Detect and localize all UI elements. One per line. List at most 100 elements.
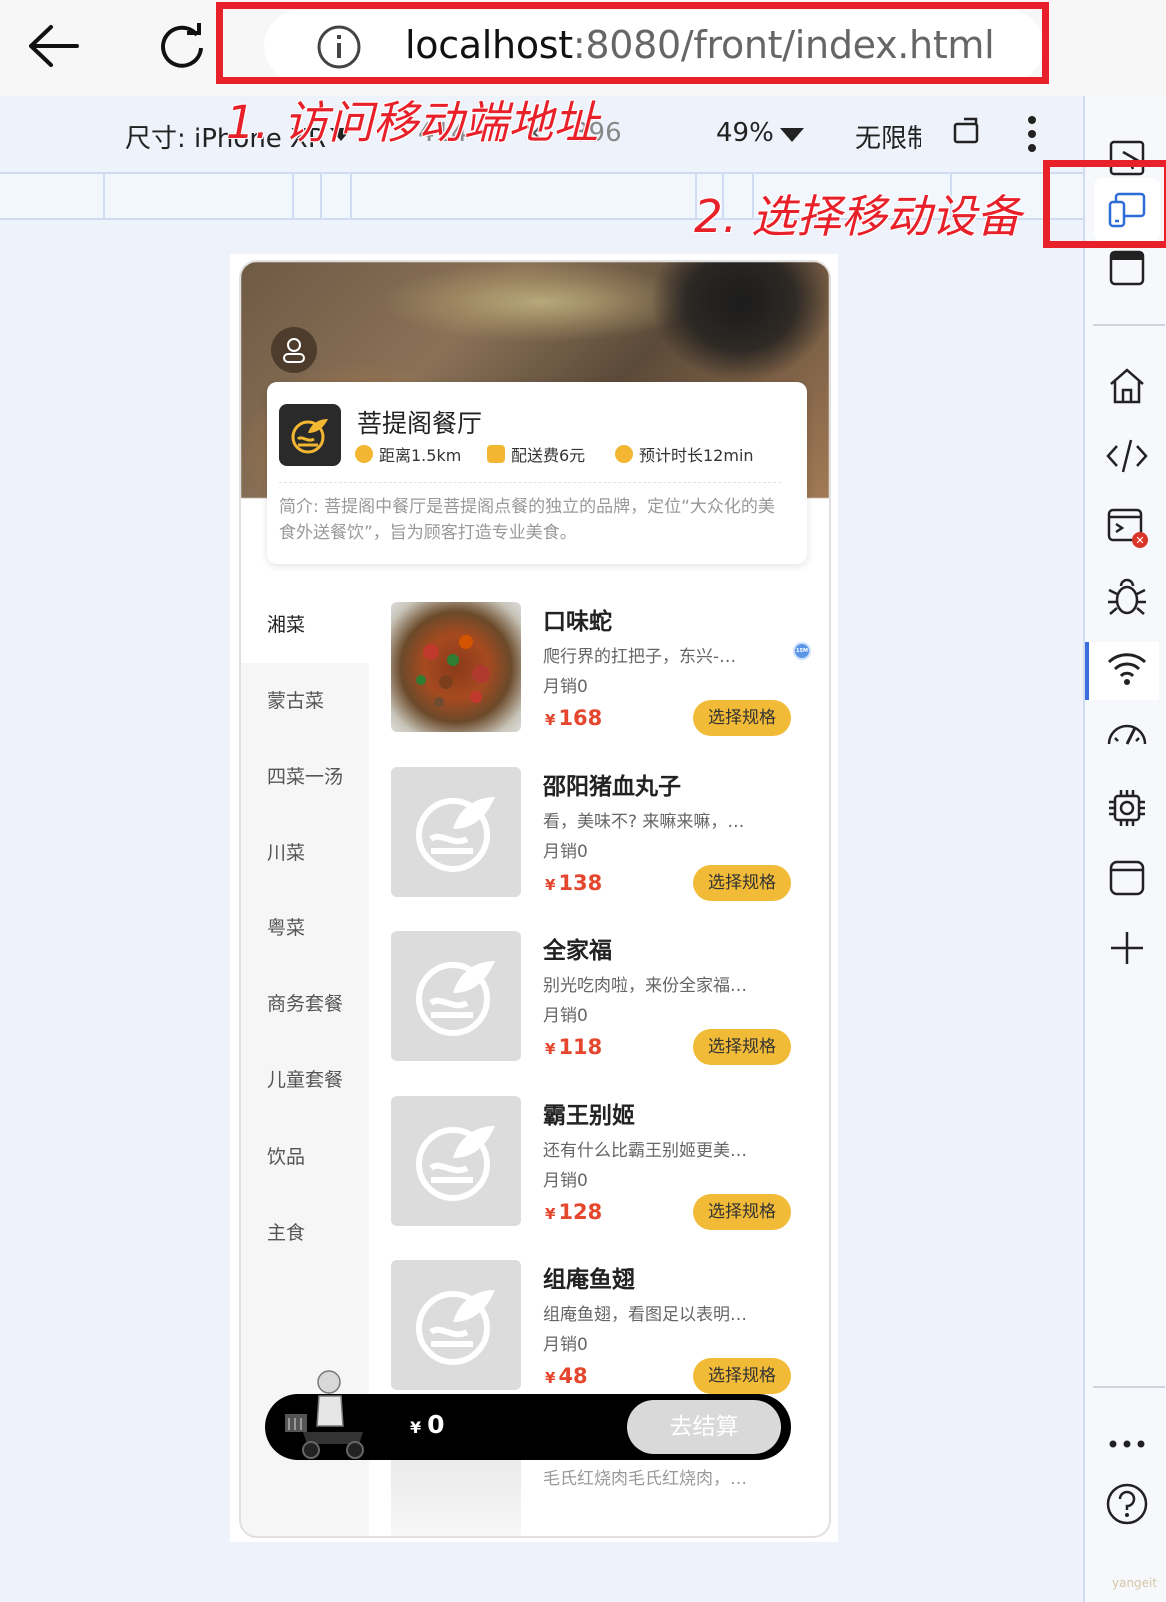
console-icon[interactable]: ✕ — [1095, 494, 1159, 558]
dish-monthly-sales: 月销0 — [543, 1335, 588, 1355]
currency-symbol: ¥ — [410, 1418, 422, 1437]
shop-info-card: 菩提阁餐厅 距离1.5km 配送费6元 预计时长12min 简介: 菩提阁中餐厅… — [267, 382, 807, 564]
dish-name: 全家福 — [543, 938, 612, 964]
mobile-app-frame: 菩提阁餐厅 距离1.5km 配送费6元 预计时长12min 简介: 菩提阁中餐厅… — [239, 260, 831, 1538]
dish-price: ¥138 — [545, 871, 602, 895]
shop-delivery-fee: 配送费6元 — [487, 442, 585, 466]
category-item-drinks[interactable]: 饮品 — [241, 1119, 369, 1195]
back-button[interactable] — [22, 14, 86, 78]
annotation-step-2: 2. 选择移动设备 — [694, 190, 1022, 243]
ruler-mark — [292, 174, 294, 220]
dish-placeholder-image — [391, 1096, 521, 1226]
dish-price: ¥118 — [545, 1035, 602, 1059]
leaf-bowl-placeholder-icon — [416, 797, 495, 872]
performance-icon[interactable] — [1095, 706, 1159, 770]
add-icon[interactable] — [1095, 916, 1159, 980]
dish-price: ¥48 — [545, 1364, 588, 1388]
category-item-cantonese[interactable]: 粤菜 — [241, 890, 369, 966]
browser-toolbar: localhost:8080/front/index.html — [0, 0, 1166, 96]
delivery-fee-text: 配送费6元 — [511, 446, 586, 465]
dish-description: 别光吃肉啦，来份全家福… — [543, 976, 747, 996]
cart-total-value: 0 — [427, 1410, 445, 1439]
dish-description: 看，美味不? 来嘛来嘛，… — [543, 812, 745, 832]
reload-button[interactable] — [150, 14, 214, 78]
zoom-select[interactable]: 49% — [716, 118, 774, 148]
zoom-dropdown-caret-icon[interactable] — [780, 128, 804, 142]
dish-item[interactable]: 全家福 别光吃肉啦，来份全家福… 月销0 ¥118 选择规格 — [389, 931, 799, 1071]
category-item-business-set[interactable]: 商务套餐 — [241, 966, 369, 1042]
throttle-select[interactable]: 无限制 — [855, 118, 921, 155]
cpu-icon[interactable] — [1095, 776, 1159, 840]
rotate-icon[interactable] — [952, 116, 982, 150]
select-spec-button[interactable]: 选择规格 — [693, 700, 791, 736]
select-spec-button[interactable]: 选择规格 — [693, 1029, 791, 1065]
dish-monthly-sales: 月销0 — [543, 677, 588, 697]
cart-total: ¥0 — [410, 1410, 445, 1439]
category-item-hunan[interactable]: 湘菜 — [241, 587, 369, 663]
dish-description: 组庵鱼翅，看图足以表明… — [543, 1305, 747, 1325]
back-arrow-icon — [29, 25, 79, 67]
select-spec-button[interactable]: 选择规格 — [693, 865, 791, 901]
dish-placeholder-image — [391, 767, 521, 897]
clock-icon — [355, 445, 373, 463]
select-spec-button[interactable]: 选择规格 — [693, 1194, 791, 1230]
console-error-badge: ✕ — [1135, 534, 1144, 547]
reload-icon — [161, 23, 203, 68]
cart-bar[interactable]: ¥0 去结算 — [265, 1370, 791, 1460]
dish-monthly-sales: 月销0 — [543, 1171, 588, 1191]
scroll-indicator-badge[interactable]: 15M — [793, 642, 811, 660]
shop-distance: 距离1.5km — [355, 442, 461, 466]
currency-symbol: ¥ — [545, 1205, 556, 1223]
navigation-arrow-icon — [615, 445, 633, 463]
annotation-step-1: 1. 访问移动端地址 — [226, 96, 599, 149]
dish-price: ¥168 — [545, 706, 602, 730]
shop-logo — [279, 404, 341, 466]
ruler-mark — [103, 174, 105, 220]
ruler-mark — [350, 174, 352, 220]
dish-item[interactable]: 霸王别姬 还有什么比霸王别姬更美… 月销0 ¥128 选择规格 — [389, 1096, 799, 1236]
delivery-rider-icon[interactable] — [283, 1370, 373, 1462]
category-item-mongolian[interactable]: 蒙古菜 — [241, 663, 369, 739]
card-divider — [279, 482, 781, 483]
home-icon[interactable] — [1095, 354, 1159, 418]
application-icon[interactable] — [1095, 846, 1159, 910]
user-icon — [283, 338, 305, 363]
bug-icon[interactable] — [1095, 564, 1159, 628]
user-avatar-button[interactable] — [271, 327, 317, 373]
more-vertical-icon[interactable] — [1026, 114, 1038, 158]
leaf-bowl-logo-icon — [291, 419, 328, 454]
dish-name: 邵阳猪血丸子 — [543, 774, 681, 800]
dish-item[interactable]: 邵阳猪血丸子 看，美味不? 来嘛来嘛，… 月销0 ¥138 选择规格 — [389, 767, 799, 907]
shop-name: 菩提阁餐厅 — [357, 409, 483, 438]
category-item-sichuan[interactable]: 川菜 — [241, 815, 369, 891]
category-item-staple[interactable]: 主食 — [241, 1195, 369, 1271]
code-icon[interactable] — [1095, 424, 1159, 488]
dish-name: 霸王别姬 — [543, 1103, 635, 1129]
eta-text: 预计时长12min — [639, 446, 754, 465]
checkout-button[interactable]: 去结算 — [627, 1400, 781, 1454]
network-icon[interactable] — [1095, 636, 1159, 700]
dish-placeholder-image — [391, 931, 521, 1061]
device-toggle-highlight-box — [1043, 160, 1166, 248]
more-horizontal-icon[interactable] — [1095, 1412, 1159, 1476]
dish-photo — [391, 602, 521, 732]
dish-price-value: 128 — [558, 1200, 603, 1224]
dish-description: 还有什么比霸王别姬更美… — [543, 1141, 747, 1161]
category-item-kids-set[interactable]: 儿童套餐 — [241, 1042, 369, 1118]
dish-name: 口味蛇 — [543, 609, 612, 635]
dish-monthly-sales: 月销0 — [543, 1006, 588, 1026]
currency-symbol: ¥ — [545, 711, 556, 729]
dish-price-value: 118 — [558, 1035, 603, 1059]
dish-price-value: 168 — [558, 706, 603, 730]
select-spec-button[interactable]: 选择规格 — [693, 1358, 791, 1394]
leaf-bowl-placeholder-icon — [416, 961, 495, 1036]
dish-description: 毛氏红烧肉毛氏红烧肉，… — [543, 1469, 747, 1489]
dish-item[interactable]: 组庵鱼翅 组庵鱼翅，看图足以表明… 月销0 ¥48 选择规格 — [389, 1260, 799, 1400]
dish-price-value: 138 — [558, 871, 603, 895]
dish-name: 组庵鱼翅 — [543, 1267, 635, 1293]
help-icon[interactable] — [1095, 1472, 1159, 1536]
rail-divider — [1093, 1386, 1165, 1388]
money-bag-icon — [487, 445, 505, 463]
dish-item[interactable]: 口味蛇 爬行界的扛把子，东兴-… 月销0 ¥168 选择规格 — [389, 602, 799, 742]
category-item-four-dishes-one-soup[interactable]: 四菜一汤 — [241, 739, 369, 815]
